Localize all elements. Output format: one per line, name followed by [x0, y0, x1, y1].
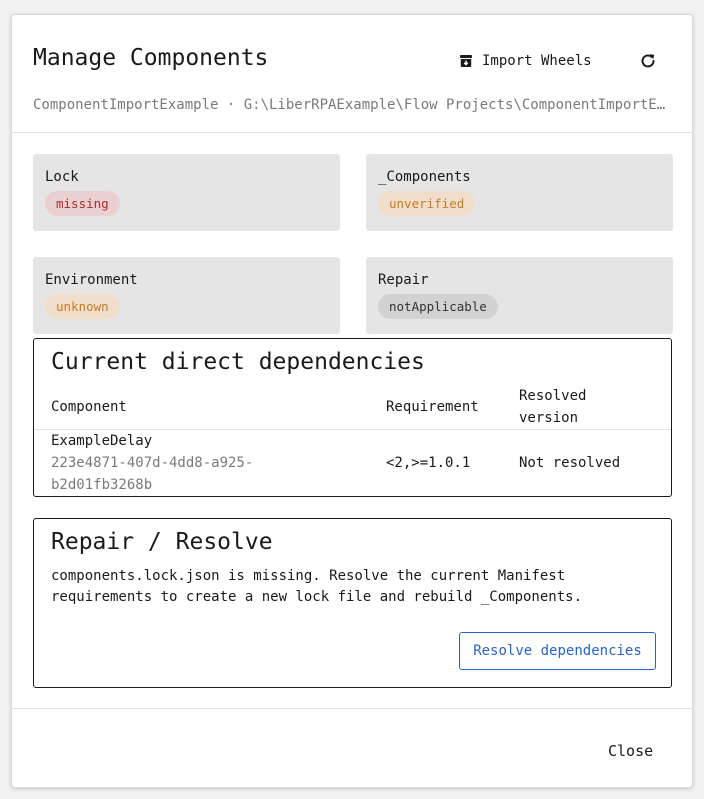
- manage-components-dialog: Manage Components Import Wheels Componen…: [11, 14, 693, 788]
- resolve-dependencies-button[interactable]: Resolve dependencies: [459, 632, 656, 670]
- footer-divider: [12, 708, 692, 709]
- status-badge: unknown: [45, 294, 120, 319]
- dependencies-panel: Current direct dependencies Component Re…: [33, 338, 672, 497]
- component-id-line1: 223e4871-407d-4dd8-a925-: [51, 455, 254, 471]
- import-wheels-label: Import Wheels: [482, 53, 592, 69]
- column-header-resolved-line2: version: [519, 410, 579, 426]
- status-card-components: _Components unverified: [366, 154, 673, 231]
- repair-resolve-panel: Repair / Resolve components.lock.json is…: [33, 518, 672, 688]
- column-header-resolved-line1: Resolved: [519, 388, 587, 404]
- project-path-subtitle: ComponentImportExample · G:\LiberRPAExam…: [33, 97, 673, 113]
- repair-description-line2: requirements to create a new lock file a…: [51, 589, 583, 605]
- repair-description-line1: components.lock.json is missing. Resolve…: [51, 568, 566, 584]
- component-id-line2: b2d01fb3268b: [51, 477, 153, 493]
- header-divider: [12, 132, 692, 133]
- resolved-version-value: Not resolved: [519, 455, 621, 471]
- requirement-value: <2,>=1.0.1: [386, 455, 471, 471]
- status-card-environment: Environment unknown: [33, 257, 340, 334]
- status-card-label: _Components: [378, 169, 471, 185]
- refresh-icon: [641, 54, 655, 68]
- status-card-label: Environment: [45, 272, 138, 288]
- status-card-lock: Lock missing: [33, 154, 340, 231]
- status-card-label: Lock: [45, 169, 79, 185]
- archive-icon: [460, 55, 472, 67]
- status-badge: missing: [45, 191, 120, 216]
- column-header-resolved: Resolved version: [519, 385, 586, 429]
- import-wheels-button[interactable]: Import Wheels: [452, 49, 598, 73]
- status-card-label: Repair: [378, 272, 429, 288]
- dependencies-title: Current direct dependencies: [51, 349, 425, 375]
- status-badge: notApplicable: [378, 294, 498, 319]
- status-card-repair: Repair notApplicable: [366, 257, 673, 334]
- status-badge: unverified: [378, 191, 476, 216]
- component-name: ExampleDelay: [51, 433, 153, 449]
- repair-description: components.lock.json is missing. Resolve…: [51, 566, 651, 608]
- column-header-requirement: Requirement: [386, 399, 479, 415]
- dialog-title: Manage Components: [33, 45, 269, 71]
- refresh-button[interactable]: [634, 47, 662, 75]
- close-button[interactable]: Close: [602, 737, 659, 765]
- repair-resolve-title: Repair / Resolve: [51, 529, 273, 555]
- column-header-component: Component: [51, 399, 127, 415]
